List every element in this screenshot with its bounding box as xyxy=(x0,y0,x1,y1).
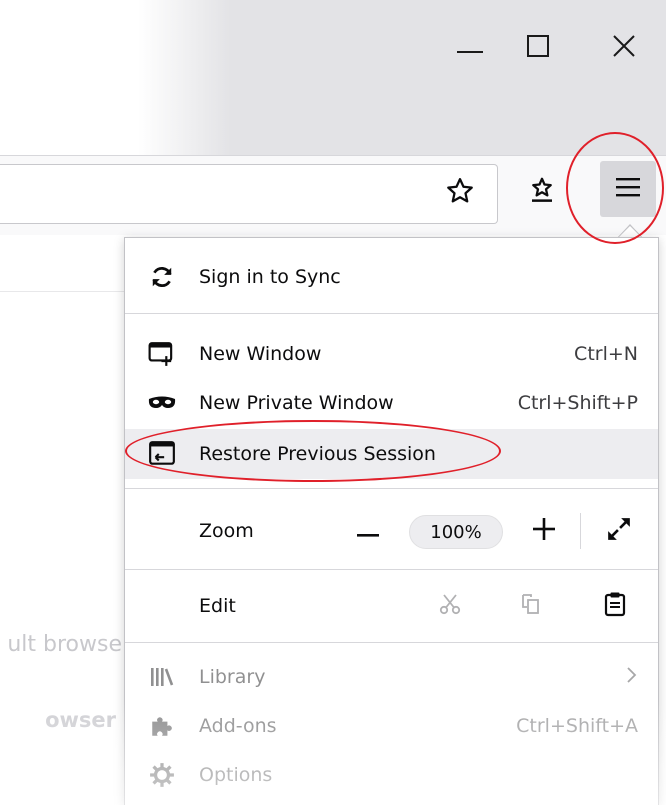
paste-button[interactable] xyxy=(595,589,635,623)
menu-item-label: New Window xyxy=(199,343,322,365)
close-icon xyxy=(612,34,636,62)
menu-item-add-ons[interactable]: Add-ons Ctrl+Shift+A xyxy=(125,703,658,749)
hamburger-menu-icon xyxy=(616,177,640,201)
menu-item-label: Library xyxy=(199,666,266,688)
edit-label: Edit xyxy=(199,595,236,617)
close-button[interactable] xyxy=(594,20,654,76)
gear-icon xyxy=(147,760,177,790)
fullscreen-icon xyxy=(606,516,632,547)
bookmarks-toolbar-button[interactable] xyxy=(520,170,564,214)
menu-item-label: Options xyxy=(199,764,273,786)
background-text-bold: owser xyxy=(45,708,116,732)
bookmark-star-button[interactable] xyxy=(440,173,480,213)
library-icon xyxy=(147,662,177,692)
copy-button[interactable] xyxy=(511,589,551,623)
sync-icon xyxy=(147,262,177,292)
plus-icon xyxy=(533,517,555,545)
title-bar xyxy=(0,0,666,155)
clipboard-icon xyxy=(604,591,626,622)
puzzle-icon xyxy=(147,711,177,741)
bookmark-star-tray-icon xyxy=(527,175,557,209)
menu-item-edit: Edit xyxy=(125,581,658,631)
page-divider xyxy=(0,291,130,292)
minus-icon xyxy=(357,520,379,542)
minimize-icon xyxy=(457,39,483,58)
menu-item-shortcut: Ctrl+N xyxy=(574,343,638,365)
menu-item-shortcut: Ctrl+Shift+P xyxy=(517,392,638,414)
minimize-button[interactable] xyxy=(440,20,500,76)
cut-button[interactable] xyxy=(430,589,470,623)
zoom-out-button[interactable] xyxy=(351,515,385,547)
copy-icon xyxy=(519,592,543,621)
menu-item-shortcut: Ctrl+Shift+A xyxy=(516,715,638,737)
menu-separator xyxy=(125,642,658,643)
open-menu-button[interactable] xyxy=(600,161,656,217)
background-text: ult browse xyxy=(7,632,122,657)
chevron-right-icon xyxy=(626,666,638,689)
scissors-icon xyxy=(438,592,462,621)
menu-item-label: Add-ons xyxy=(199,715,277,737)
menu-item-restore-previous-session[interactable]: Restore Previous Session xyxy=(125,429,658,479)
menu-separator xyxy=(125,488,658,489)
maximize-icon xyxy=(527,35,549,61)
menu-item-label: Restore Previous Session xyxy=(199,443,436,465)
menu-item-zoom: Zoom 100% xyxy=(125,505,658,557)
star-outline-icon xyxy=(445,176,475,210)
title-bar-fade xyxy=(0,0,230,155)
maximize-button[interactable] xyxy=(508,20,568,76)
zoom-label: Zoom xyxy=(199,520,254,542)
menu-item-sign-in-sync[interactable]: Sign in to Sync xyxy=(125,254,658,300)
private-mask-icon xyxy=(147,388,177,418)
zoom-in-button[interactable] xyxy=(527,515,561,547)
menu-item-options[interactable]: Options xyxy=(125,752,658,798)
zoom-divider xyxy=(580,513,581,549)
nav-toolbar xyxy=(0,155,666,235)
url-bar-fade xyxy=(0,165,170,223)
fullscreen-button[interactable] xyxy=(599,513,639,549)
menu-item-new-private-window[interactable]: New Private Window Ctrl+Shift+P xyxy=(125,380,658,426)
zoom-reset-button[interactable]: 100% xyxy=(409,515,503,549)
menu-separator xyxy=(125,569,658,570)
app-menu-panel: Sign in to Sync New Window Ctrl+N New Pr… xyxy=(124,237,659,805)
menu-item-library[interactable]: Library xyxy=(125,654,658,700)
menu-item-label: New Private Window xyxy=(199,392,394,414)
url-bar[interactable] xyxy=(0,164,498,224)
menu-separator xyxy=(125,313,658,314)
menu-item-label: Sign in to Sync xyxy=(199,266,341,288)
restore-session-icon xyxy=(147,439,177,469)
menu-item-new-window[interactable]: New Window Ctrl+N xyxy=(125,331,658,377)
new-window-icon xyxy=(147,339,177,369)
